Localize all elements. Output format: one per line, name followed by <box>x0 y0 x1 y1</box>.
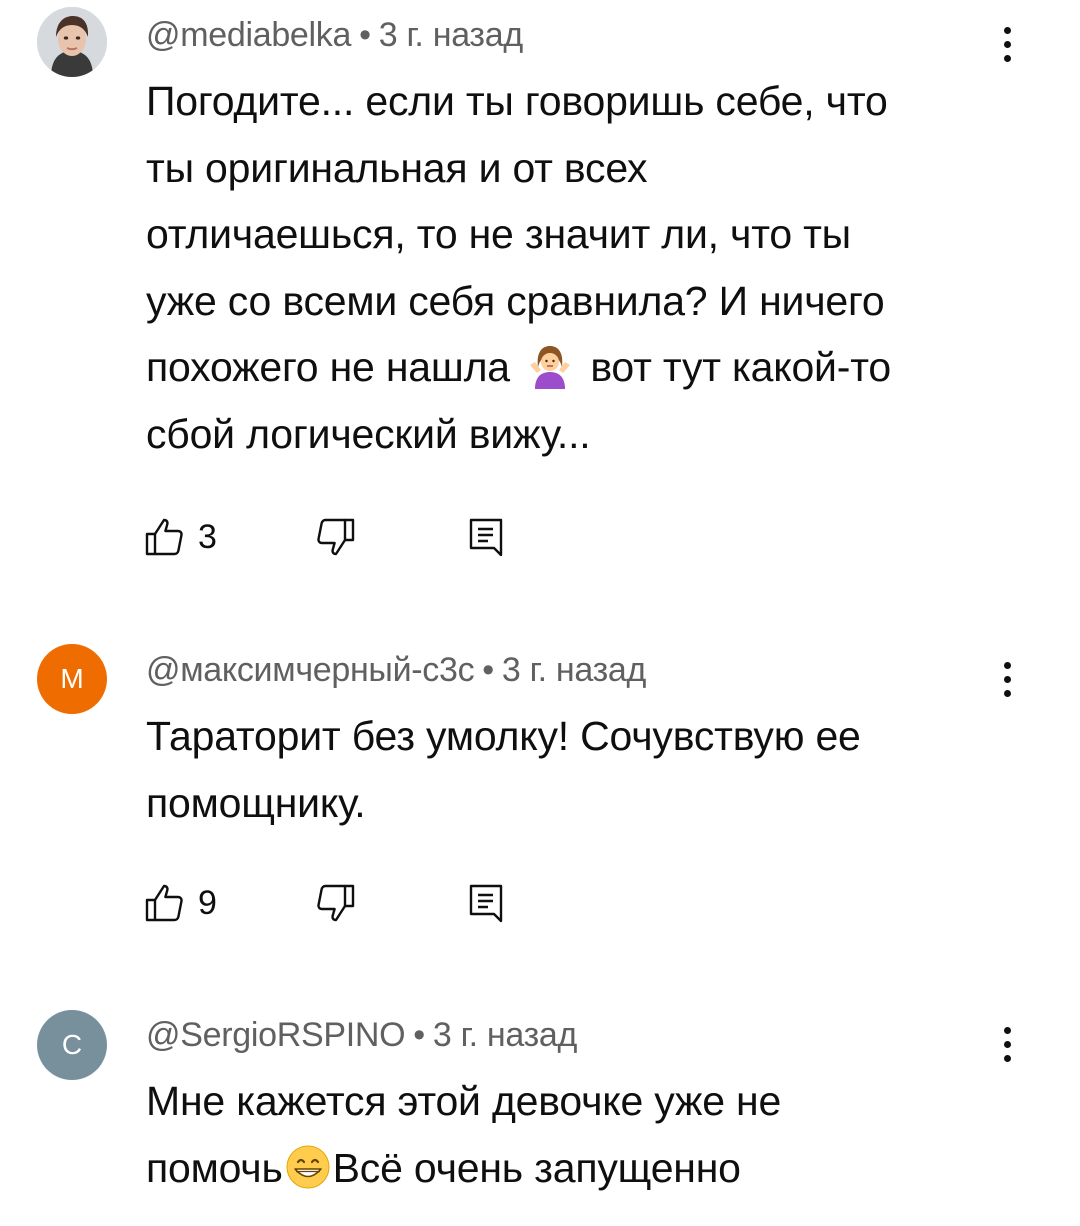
comment-text-line: уже со всеми себя сравнила? И ничего <box>146 277 885 324</box>
separator-dot: • <box>359 16 371 54</box>
comment-time: 3 г. назад <box>432 1016 578 1054</box>
comment-text: Погодите... если ты говоришь себе, что т… <box>146 68 1026 467</box>
dislike-button[interactable] <box>312 873 360 933</box>
comment-meta: @максимчерный-с3с • 3 г. назад <box>146 651 646 690</box>
comment-meta: @SergioRSPINO • 3 г. назад <box>146 1016 577 1055</box>
woman-shrugging-emoji <box>530 346 571 389</box>
comment-time: 3 г. назад <box>501 651 647 689</box>
more-vert-icon[interactable] <box>985 649 1029 709</box>
thumb-down-icon <box>317 884 355 922</box>
thumb-up-icon <box>145 518 183 556</box>
separator-dot: • <box>482 651 494 689</box>
reply-comment-icon <box>469 518 503 557</box>
more-vert-icon[interactable] <box>985 1014 1029 1074</box>
comment-text: Тараторит без умолку! Сочувствую ее помо… <box>146 703 1026 836</box>
thumb-down-icon <box>317 518 355 556</box>
avatar-letter: М <box>60 663 84 694</box>
comment-text-line: Погодите... если ты говоришь себе, что <box>146 78 888 124</box>
comment-meta: @mediabelka • 3 г. назад <box>146 16 523 55</box>
comment-text-line: отличаешься, то не значит ли, что ты <box>146 211 851 257</box>
more-vert-icon[interactable] <box>985 14 1029 74</box>
avatar[interactable]: М <box>37 644 107 714</box>
author-name[interactable]: @максимчерный-с3с <box>146 651 475 689</box>
comment-text-segment: вот тут какой-то <box>590 344 891 390</box>
avatar[interactable] <box>37 7 107 77</box>
comment-text-line: Тараторит без умолку! Сочувствую ее <box>146 713 861 759</box>
grinning-face-emoji <box>286 1145 330 1188</box>
author-name[interactable]: @SergioRSPINO <box>146 1016 406 1054</box>
reply-comment-icon <box>469 884 503 923</box>
comment-text: Мне кажется этой девочке уже не помочь В… <box>146 1068 1026 1201</box>
comment-text-line: помочь Всё очень запущенно <box>146 1135 1026 1202</box>
comment-text-line: помощнику. <box>146 779 366 826</box>
avatar-letter: С <box>61 1029 83 1060</box>
dislike-button[interactable] <box>312 507 360 567</box>
comment-text-segment: похожего не нашла <box>146 344 510 390</box>
comment-time: 3 г. назад <box>378 16 523 54</box>
comment-text-line: Мне кажется этой девочке уже не <box>146 1078 782 1124</box>
comment-text-line: похожего не нашла вот тут какой-то <box>146 334 1026 401</box>
comment-text-line: ты оригинальная и от всех <box>146 144 648 191</box>
comment-text-segment: помочь <box>146 1144 283 1191</box>
like-count: 3 <box>198 517 217 556</box>
avatar[interactable]: С <box>37 1010 107 1080</box>
author-name[interactable]: @mediabelka <box>146 16 351 54</box>
like-button[interactable]: 9 <box>140 873 217 933</box>
comment-text-line: сбой логический вижу... <box>146 410 591 457</box>
comment-text-segment: Всё очень запущенно <box>332 1144 741 1191</box>
separator-dot: • <box>413 1016 425 1054</box>
reply-button[interactable] <box>462 507 510 567</box>
like-count: 9 <box>198 883 217 922</box>
reply-button[interactable] <box>462 873 510 933</box>
avatar-photo <box>37 7 107 77</box>
like-button[interactable]: 3 <box>140 507 217 567</box>
thumb-up-icon <box>145 884 183 922</box>
